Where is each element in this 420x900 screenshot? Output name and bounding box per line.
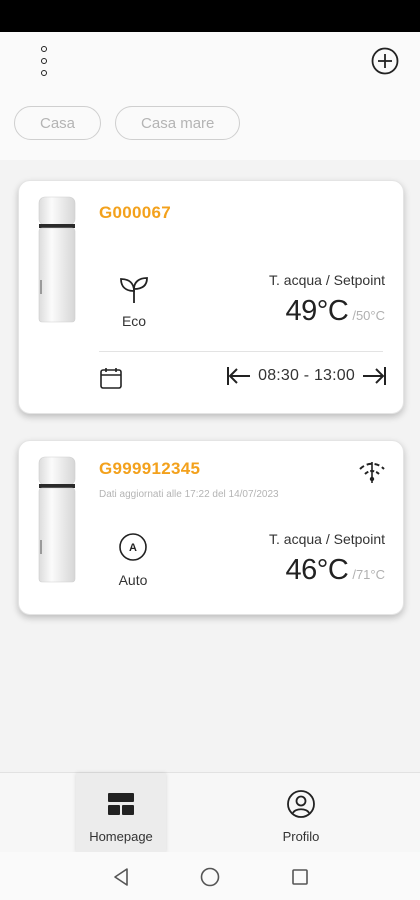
- home-icon[interactable]: [199, 866, 221, 888]
- mode-label: Eco: [121, 313, 147, 329]
- device-card[interactable]: G000067 Eco T. acqua / Setpoint 49°C /50…: [18, 180, 404, 414]
- water-temperature: 49°C: [285, 295, 349, 327]
- water-heater-image: [38, 196, 76, 323]
- temperature-readout: 49°C /50°C: [286, 295, 385, 328]
- arrow-to-right-icon: [363, 367, 386, 385]
- device-card[interactable]: G999912345 Dati aggiornati alle 17:22 de…: [18, 440, 404, 615]
- plus-circle-icon[interactable]: [370, 46, 400, 76]
- nav-homepage[interactable]: Homepage: [76, 773, 166, 853]
- wifi-off-icon: [359, 462, 385, 483]
- recents-icon[interactable]: [289, 866, 311, 888]
- temperature-label: T. acqua / Setpoint: [269, 531, 385, 547]
- setpoint: /71°C: [352, 567, 385, 582]
- system-navigation-bar: [0, 852, 420, 900]
- nav-label: Profilo: [282, 829, 320, 844]
- arrow-to-left-icon: [227, 367, 251, 385]
- temperature-readout: 46°C /71°C: [286, 554, 385, 587]
- chip-casa-mare[interactable]: Casa mare: [115, 106, 241, 140]
- temperature-label: T. acqua / Setpoint: [269, 272, 385, 288]
- water-temperature: 46°C: [285, 554, 349, 586]
- schedule-time: 08:30 - 13:00: [258, 367, 355, 384]
- auto-a-icon: A: [119, 533, 147, 561]
- app-header: Casa Casa mare: [0, 32, 420, 160]
- nav-label: Homepage: [89, 829, 153, 844]
- water-heater-image: [38, 456, 76, 583]
- schedule: 08:30 - 13:00: [226, 365, 387, 387]
- device-id: G000067: [99, 203, 172, 222]
- mode-label: Auto: [118, 572, 148, 588]
- svg-text:A: A: [129, 542, 137, 554]
- last-updated: Dati aggiornati alle 17:22 del 14/07/202…: [99, 489, 279, 500]
- nav-profile[interactable]: Profilo: [256, 773, 346, 853]
- user-circle-icon: [287, 790, 315, 818]
- calendar-icon[interactable]: [99, 366, 123, 390]
- status-bar: [0, 0, 420, 32]
- bottom-navigation: Homepage Profilo: [0, 772, 420, 853]
- device-id: G999912345: [99, 459, 201, 478]
- back-icon[interactable]: [110, 866, 132, 888]
- dashboard-icon: [108, 793, 134, 815]
- setpoint: /50°C: [352, 308, 385, 323]
- divider: [99, 351, 383, 352]
- chip-casa[interactable]: Casa: [14, 106, 102, 140]
- more-vertical-icon[interactable]: [30, 44, 58, 78]
- leaf-icon: [120, 277, 148, 303]
- location-chips: Casa Casa mare: [14, 106, 241, 140]
